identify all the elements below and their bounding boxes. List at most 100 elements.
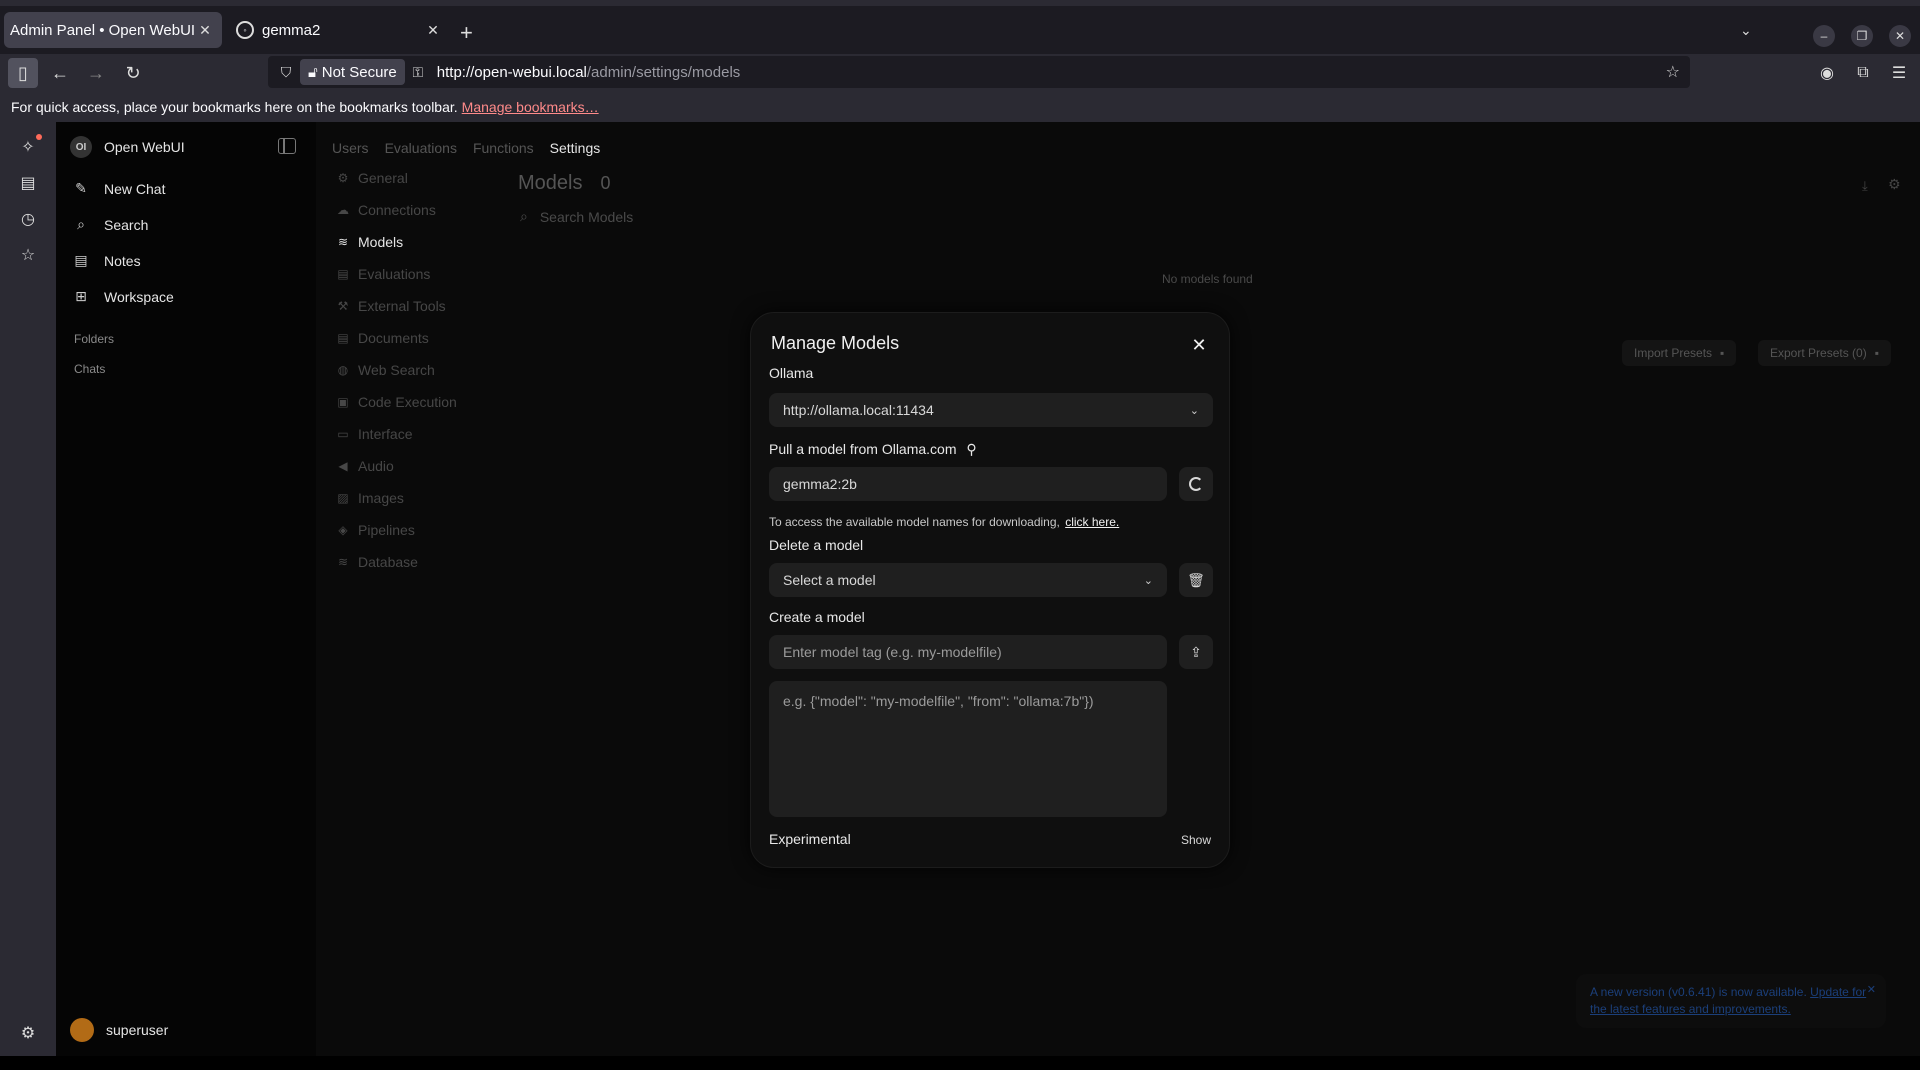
settings-nav-general[interactable]: ⚙ General <box>336 170 408 186</box>
workspace-icon: ⊞ <box>75 288 87 304</box>
bookmarks-hint: For quick access, place your bookmarks h… <box>11 99 458 115</box>
forward-icon[interactable]: → <box>81 58 111 88</box>
customize-gear-icon[interactable]: ⚙ <box>17 1022 39 1044</box>
update-toast[interactable]: A new version (v0.6.41) is now available… <box>1576 974 1886 1028</box>
settings-nav-documents[interactable]: ▤ Documents <box>336 330 429 346</box>
settings-nav-database[interactable]: ≋ Database <box>336 554 418 570</box>
sidebar-item-workspace[interactable]: ⊞ Workspace <box>72 288 174 305</box>
sidebar-item-label: New Chat <box>104 180 166 197</box>
close-icon[interactable]: ✕ <box>1867 982 1876 999</box>
chevron-down-icon: ⌄ <box>1143 574 1153 587</box>
nav-label: Database <box>358 554 418 570</box>
close-tab-icon[interactable]: ✕ <box>194 19 216 41</box>
close-window-button[interactable]: ✕ <box>1889 25 1911 47</box>
model-search[interactable]: ⌕ Search Models <box>520 208 633 225</box>
list-all-tabs-icon[interactable]: ⌄ <box>1740 22 1752 39</box>
nav-label: Interface <box>358 426 413 442</box>
nav-label: Documents <box>358 330 429 346</box>
folders-section[interactable]: Folders <box>74 332 114 346</box>
pull-model-button[interactable] <box>1179 467 1213 501</box>
chats-section[interactable]: Chats <box>74 362 105 376</box>
show-experimental-button[interactable]: Show <box>1181 833 1211 847</box>
settings-nav-connections[interactable]: ☁ Connections <box>336 202 436 218</box>
chevron-down-icon: ⌄ <box>1189 404 1199 417</box>
new-tab-button[interactable]: + <box>460 22 473 44</box>
click-here-link[interactable]: click here. <box>1065 515 1119 529</box>
user-menu[interactable]: superuser <box>70 1018 168 1042</box>
settings-nav-pipelines[interactable]: ◈ Pipelines <box>336 522 414 538</box>
minimize-window-button[interactable]: – <box>1813 25 1835 47</box>
close-icon[interactable]: ✕ <box>1189 335 1209 355</box>
document-icon: ▤ <box>337 267 349 281</box>
create-model-label: Create a model <box>769 609 865 625</box>
bookmark-star-icon[interactable]: ☆ <box>1666 62 1680 82</box>
provider-label: Ollama <box>769 365 814 381</box>
nav-label: Web Search <box>358 362 435 378</box>
settings-nav-evaluations[interactable]: ▤ Evaluations <box>336 266 430 282</box>
settings-nav-images[interactable]: ▨ Images <box>336 490 404 506</box>
tab-settings[interactable]: Settings <box>550 140 601 156</box>
settings-nav-interface[interactable]: ▭ Interface <box>336 426 412 442</box>
settings-nav-web-search[interactable]: ◍ Web Search <box>336 362 435 378</box>
tab-admin-panel[interactable]: Admin Panel • Open WebUI ✕ <box>4 12 222 48</box>
tab-users[interactable]: Users <box>332 140 369 156</box>
account-icon[interactable]: ◉ <box>1816 62 1838 84</box>
sidebar-item-notes[interactable]: ▤ Notes <box>72 252 140 269</box>
shield-icon[interactable]: ⛉ <box>272 64 300 81</box>
pull-model-input[interactable]: gemma2:2b <box>769 467 1167 501</box>
browser-sidebar-rail: ✧ ▤ ◷ ☆ ⚙ <box>0 122 56 1056</box>
notification-dot <box>36 134 42 140</box>
lock-icon: 🔓︎ <box>308 63 318 81</box>
url-text[interactable]: http://open-webui.local/admin/settings/m… <box>437 64 741 81</box>
ollama-url-select[interactable]: http://ollama.local:11434 ⌄ <box>769 393 1213 427</box>
manage-bookmarks-link[interactable]: Manage bookmarks… <box>462 99 599 115</box>
modal-title: Manage Models <box>771 333 900 353</box>
bookmarks-icon[interactable]: ☆ <box>17 244 39 266</box>
settings-nav-code-execution[interactable]: ▣ Code Execution <box>336 394 457 410</box>
brand[interactable]: OI Open WebUI <box>70 136 185 158</box>
speaker-icon: ◀ <box>338 459 348 473</box>
tab-functions[interactable]: Functions <box>473 140 534 156</box>
sidebar-item-new-chat[interactable]: ✎ New Chat <box>72 180 165 197</box>
synced-tabs-icon[interactable]: ▤ <box>17 172 39 194</box>
settings-nav-models[interactable]: ≋ Models <box>336 234 403 250</box>
not-secure-label: Not Secure <box>321 63 397 81</box>
settings-nav-external-tools[interactable]: ⚒ External Tools <box>336 298 446 314</box>
security-indicator[interactable]: 🔓︎ Not Secure <box>300 59 405 85</box>
download-icon[interactable]: ⤓ <box>1862 178 1868 194</box>
nav-label: Images <box>358 490 404 506</box>
menu-icon[interactable]: ☰ <box>1888 62 1910 84</box>
browser-sidebar-icon[interactable]: ▯ <box>8 58 38 88</box>
address-bar[interactable]: ⛉ 🔓︎ Not Secure ⚿ http://open-webui.loca… <box>268 56 1690 88</box>
delete-model-select[interactable]: Select a model ⌄ <box>769 563 1167 597</box>
sidebar-item-search[interactable]: ⌕ Search <box>72 216 148 233</box>
models-count: 0 <box>600 173 611 193</box>
bookmarks-toolbar: For quick access, place your bookmarks h… <box>0 94 1920 120</box>
export-presets-button[interactable]: Export Presets (0) ▪ <box>1758 340 1891 366</box>
button-label: Import Presets <box>1634 346 1713 360</box>
tab-gemma2[interactable]: ◦ gemma2 ✕ <box>228 12 450 48</box>
import-presets-button[interactable]: Import Presets ▪ <box>1622 340 1737 366</box>
settings-nav-audio[interactable]: ◀ Audio <box>336 458 393 474</box>
key-icon[interactable]: ⚿ <box>405 64 431 81</box>
modelfile-textarea[interactable]: e.g. {"model": "my-modelfile", "from": "… <box>769 681 1167 817</box>
delete-model-button[interactable]: 🗑︎ <box>1179 563 1213 597</box>
reload-icon[interactable]: ↻ <box>118 58 148 88</box>
back-icon[interactable]: ← <box>45 58 75 88</box>
admin-tabs: Users Evaluations Functions Settings <box>332 140 600 156</box>
restore-window-button[interactable]: ❐ <box>1851 25 1873 47</box>
nav-label: Code Execution <box>358 394 457 410</box>
model-tag-input[interactable]: Enter model tag (e.g. my-modelfile) <box>769 635 1167 669</box>
collapse-sidebar-icon[interactable] <box>278 138 296 154</box>
extensions-icon[interactable]: ⧉ <box>1852 62 1874 84</box>
pull-label-text: Pull a model from Ollama.com <box>769 441 957 457</box>
upload-model-button[interactable]: ⇪ <box>1179 635 1213 669</box>
navigation-toolbar: ▯ ← → ↻ ⛉ 🔓︎ Not Secure ⚿ http://open-we… <box>0 54 1920 90</box>
settings-gear-icon[interactable]: ⚙ <box>1888 176 1901 193</box>
history-icon[interactable]: ◷ <box>17 208 39 230</box>
close-tab-icon[interactable]: ✕ <box>422 19 444 41</box>
globe-icon: ◍ <box>337 363 349 377</box>
url-host: http://open-webui.local <box>436 63 587 81</box>
tab-evaluations[interactable]: Evaluations <box>385 140 457 156</box>
ai-chatbot-icon[interactable]: ✧ <box>17 136 39 158</box>
